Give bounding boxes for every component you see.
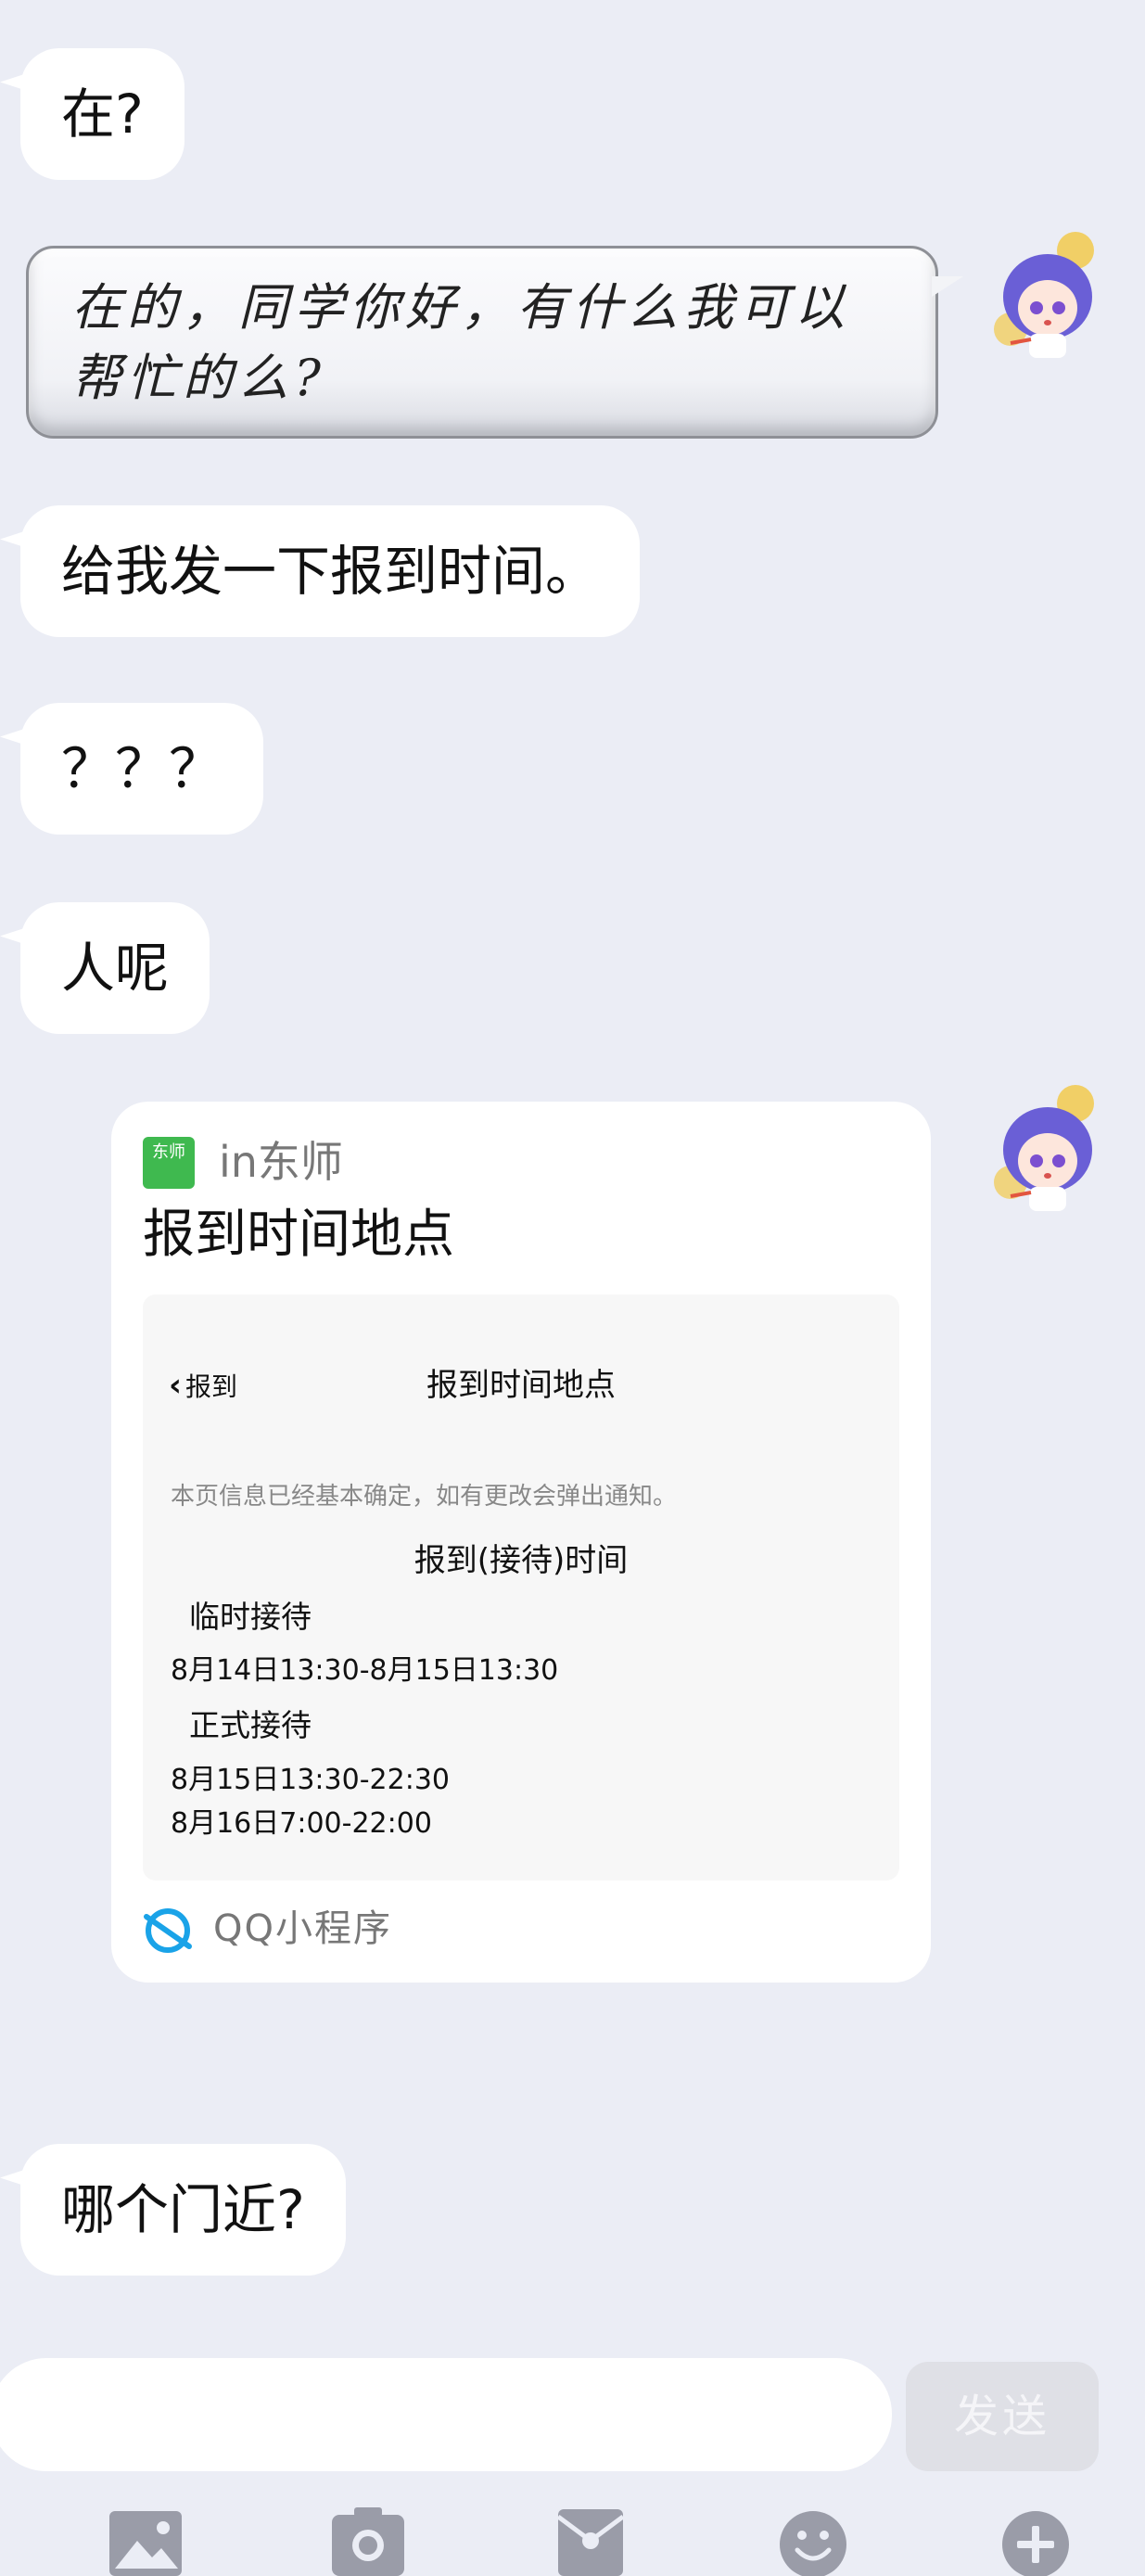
user-avatar[interactable] xyxy=(983,1076,1122,1224)
preview-note: 本页信息已经基本确定，如有更改会弹出通知。 xyxy=(171,1483,678,1511)
plus-icon[interactable] xyxy=(998,2504,1074,2576)
message-text: 哪个门近? xyxy=(61,2178,305,2241)
preview-time-formal-1: 8月15日13:30-22:30 xyxy=(171,1764,450,1796)
message-input[interactable] xyxy=(0,2358,892,2471)
camera-icon[interactable] xyxy=(330,2504,406,2576)
preview-label-temp: 临时接待 xyxy=(189,1599,312,1635)
message-text: 在的，同学你好，有什么我可以帮忙的么? xyxy=(71,278,850,407)
mini-program-label: QQ小程序 xyxy=(213,1907,392,1950)
send-button[interactable]: 发送 xyxy=(906,2362,1099,2471)
preview-section-title: 报到(接待)时间 xyxy=(413,1542,629,1579)
app-name: in东师 xyxy=(219,1137,343,1187)
image-icon[interactable] xyxy=(108,2504,184,2576)
message-bubble-incoming[interactable]: 给我发一下报到时间。 xyxy=(0,505,641,637)
chat-screen: 在? 在的，同学你好，有什么我可以帮忙的么? 给我发一下报到时间。 ？？？ 人呢 xyxy=(0,0,1145,2576)
message-text: ？？？ xyxy=(61,737,223,800)
mini-program-card[interactable]: 东师 in东师 报到时间地点 ‹ 报到 报到时间地点 本页信息已经基本确定，如有更… xyxy=(111,1102,931,1983)
user-avatar[interactable] xyxy=(983,223,1122,371)
emoji-icon[interactable] xyxy=(775,2504,851,2576)
preview-header: 报到时间地点 xyxy=(426,1367,616,1404)
card-preview: ‹ 报到 报到时间地点 本页信息已经基本确定，如有更改会弹出通知。 报到(接待)时… xyxy=(143,1294,899,1881)
preview-time-formal-2: 8月16日7:00-22:00 xyxy=(171,1807,432,1840)
mini-program-icon xyxy=(141,1904,195,1958)
preview-label-formal: 正式接待 xyxy=(189,1707,312,1743)
message-text: 人呢 xyxy=(61,937,170,1000)
preview-time-temp: 8月14日13:30-8月15日13:30 xyxy=(171,1654,559,1687)
message-bubble-incoming[interactable]: ？？？ xyxy=(0,703,264,835)
red-packet-icon[interactable] xyxy=(553,2504,629,2576)
app-logo-icon: 东师 xyxy=(143,1137,195,1189)
message-bubble-incoming[interactable]: 人呢 xyxy=(0,902,210,1034)
message-bubble-outgoing[interactable]: 在的，同学你好，有什么我可以帮忙的么? xyxy=(26,246,963,439)
message-bubble-incoming[interactable]: 在? xyxy=(0,48,184,180)
message-text: 给我发一下报到时间。 xyxy=(61,540,600,603)
card-title: 报到时间地点 xyxy=(143,1205,454,1265)
message-text: 在? xyxy=(61,83,144,146)
message-bubble-incoming[interactable]: 哪个门近? xyxy=(0,2144,346,2276)
